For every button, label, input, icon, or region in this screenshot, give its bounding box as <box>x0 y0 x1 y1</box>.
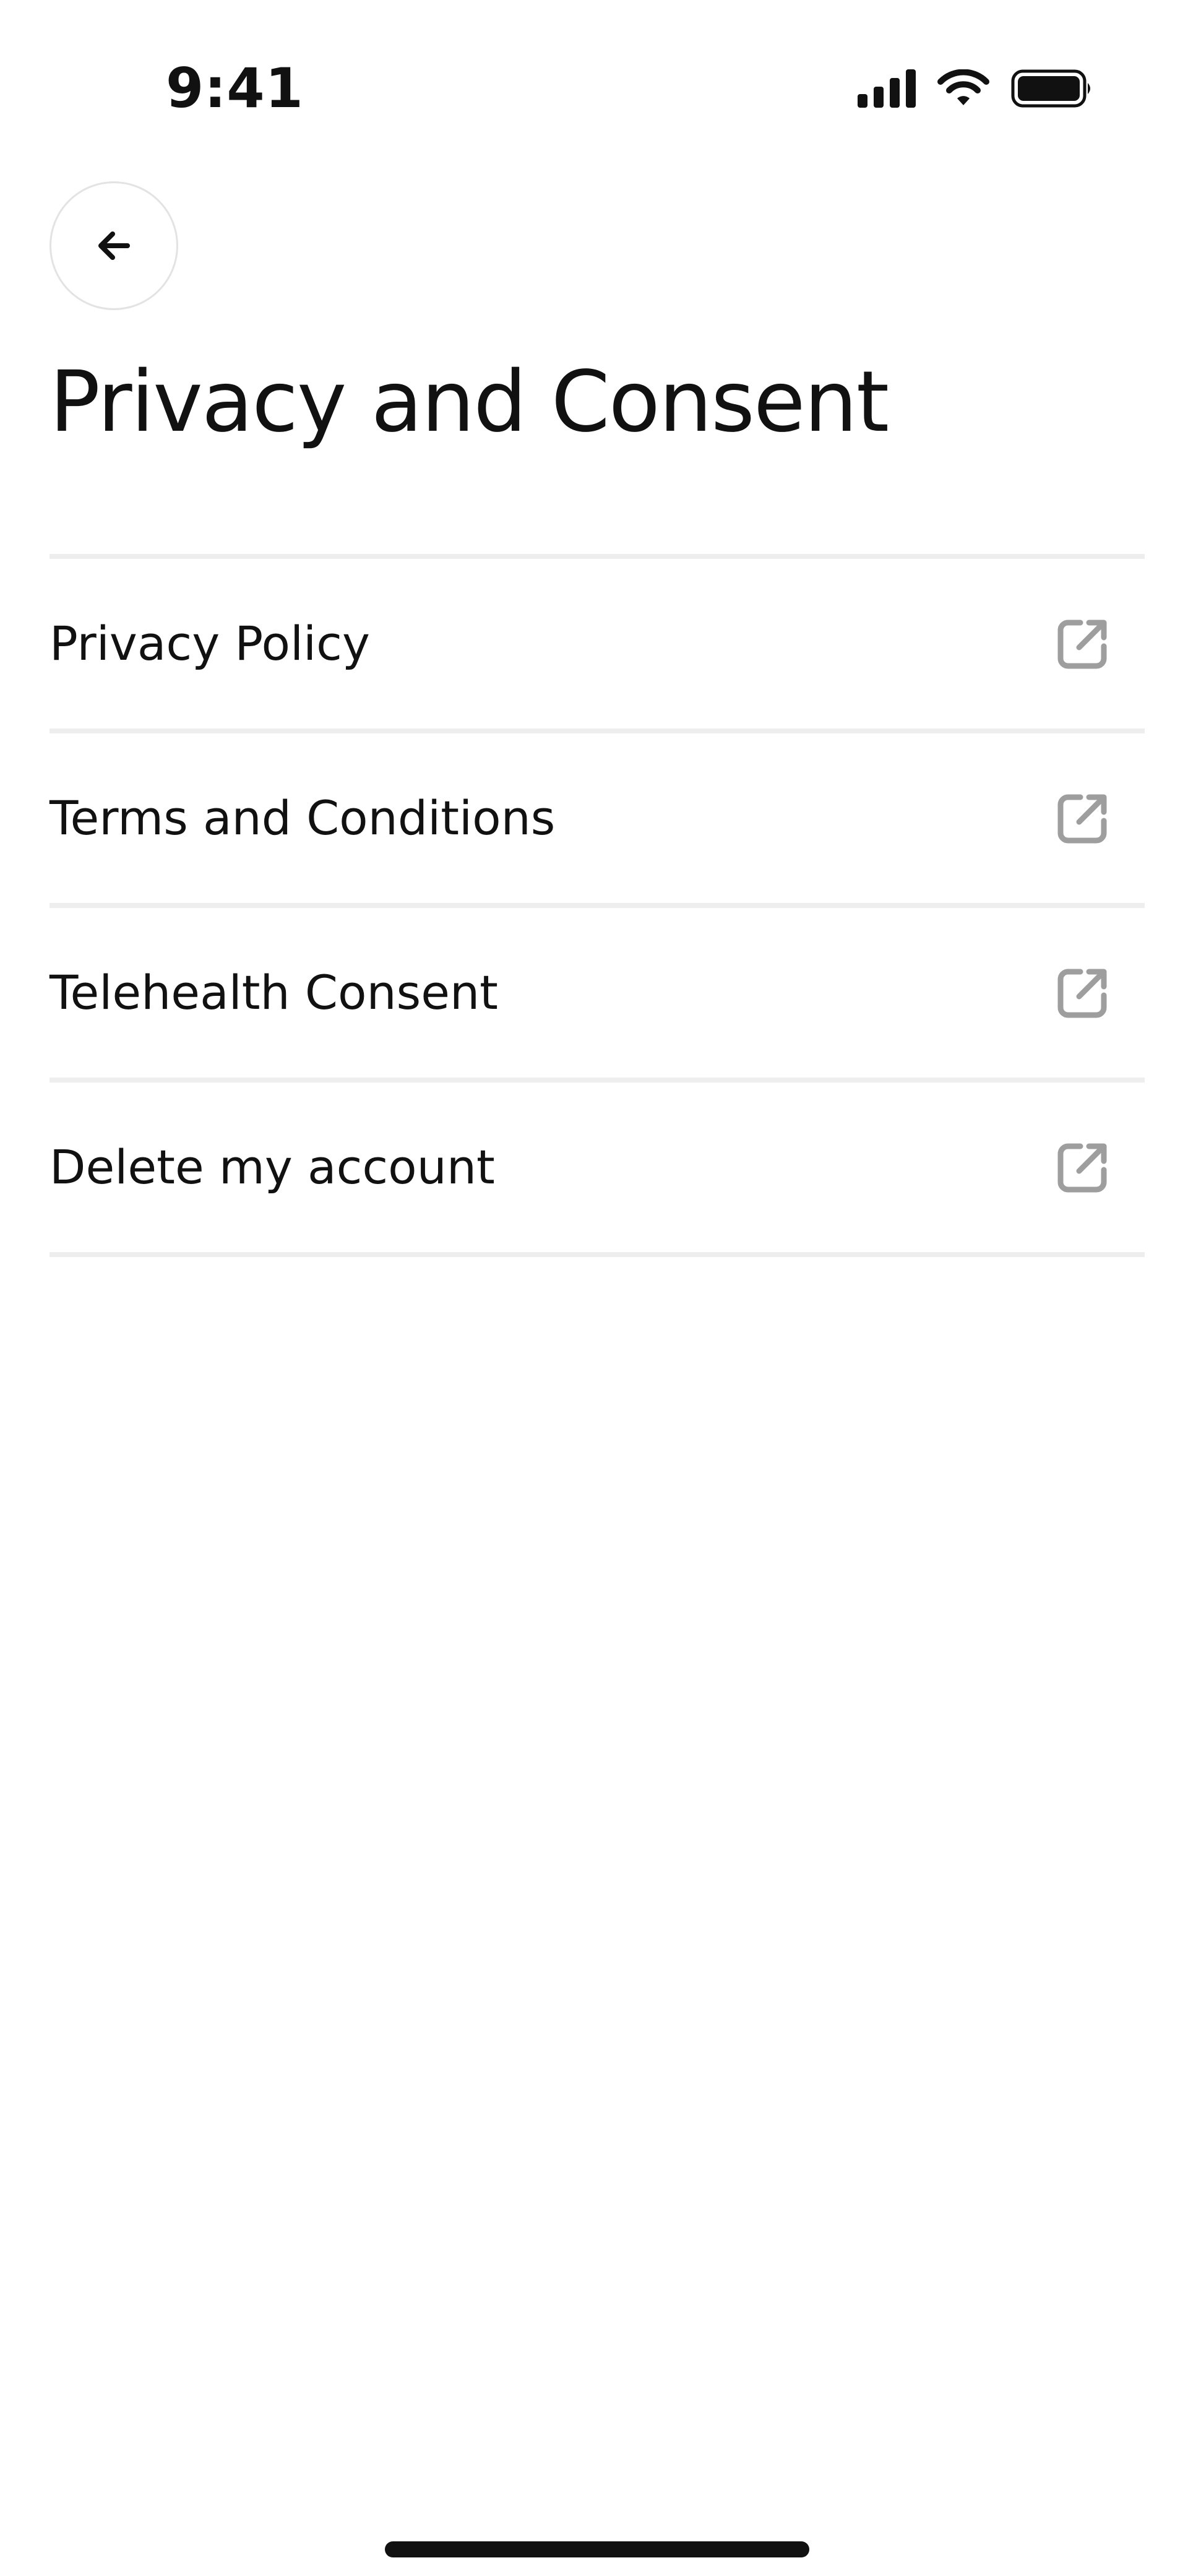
menu-item-delete-account[interactable]: Delete my account <box>50 1083 1145 1257</box>
external-link-icon <box>1053 789 1113 848</box>
menu-item-label: Terms and Conditions <box>50 790 556 845</box>
menu-item-label: Delete my account <box>50 1139 495 1195</box>
external-link-icon <box>1053 1138 1113 1197</box>
menu-item-label: Telehealth Consent <box>50 965 498 1020</box>
external-link-icon <box>1053 963 1113 1022</box>
home-indicator <box>385 2541 809 2557</box>
status-time: 9:41 <box>166 56 304 120</box>
menu-list: Privacy Policy Terms and Conditions Tele… <box>50 554 1145 1257</box>
page-title: Privacy and Consent <box>50 353 889 451</box>
battery-icon <box>1011 69 1090 108</box>
status-icons <box>858 67 1094 110</box>
status-bar: 9:41 <box>0 0 1188 161</box>
signal-icon <box>858 69 916 108</box>
menu-item-privacy-policy[interactable]: Privacy Policy <box>50 559 1145 733</box>
menu-item-terms-and-conditions[interactable]: Terms and Conditions <box>50 733 1145 908</box>
menu-item-label: Privacy Policy <box>50 616 370 671</box>
wifi-icon <box>937 69 989 105</box>
back-button[interactable] <box>50 181 178 310</box>
arrow-left-icon <box>98 231 130 260</box>
external-link-icon <box>1053 614 1113 673</box>
menu-item-telehealth-consent[interactable]: Telehealth Consent <box>50 908 1145 1083</box>
